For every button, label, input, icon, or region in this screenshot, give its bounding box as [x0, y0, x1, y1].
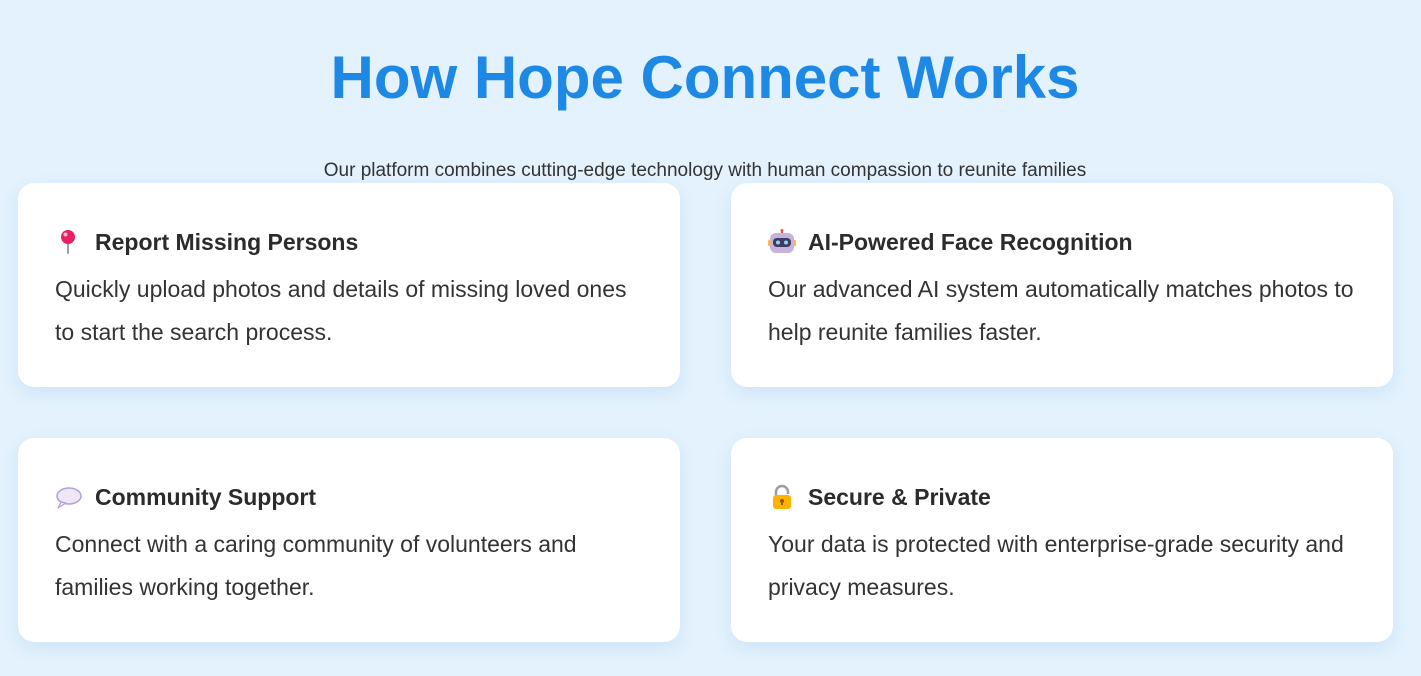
pushpin-icon	[55, 229, 85, 255]
feature-card-description: Quickly upload photos and details of mis…	[55, 276, 627, 345]
feature-card-face-recognition: AI-Powered Face Recognition Our advanced…	[731, 183, 1393, 387]
feature-card-title: Report Missing Persons	[55, 225, 643, 259]
page-subtitle: Our platform combines cutting-edge techn…	[323, 160, 1087, 181]
feature-card-title: AI-Powered Face Recognition	[768, 225, 1356, 259]
feature-card-description: Our advanced AI system automatically mat…	[768, 276, 1354, 345]
feature-card-title: Secure & Private	[768, 480, 1356, 514]
feature-card-community-support: Community Support Connect with a caring …	[18, 438, 680, 642]
feature-card-title-text: Community Support	[95, 484, 317, 510]
feature-card-title-text: Report Missing Persons	[95, 229, 359, 255]
feature-card-title: Community Support	[55, 480, 643, 514]
robot-icon	[768, 229, 798, 255]
feature-card-secure-private: Secure & Private Your data is protected …	[731, 438, 1393, 642]
page-title: How Hope Connect Works	[330, 44, 1080, 111]
feature-card-report-missing: Report Missing Persons Quickly upload ph…	[18, 183, 680, 387]
feature-card-description: Your data is protected with enterprise-g…	[768, 531, 1344, 600]
lock-icon	[768, 484, 798, 510]
feature-card-title-text: AI-Powered Face Recognition	[808, 229, 1133, 255]
speech-bubble-icon	[55, 484, 85, 510]
feature-card-description: Connect with a caring community of volun…	[55, 531, 577, 600]
feature-card-title-text: Secure & Private	[808, 484, 991, 510]
